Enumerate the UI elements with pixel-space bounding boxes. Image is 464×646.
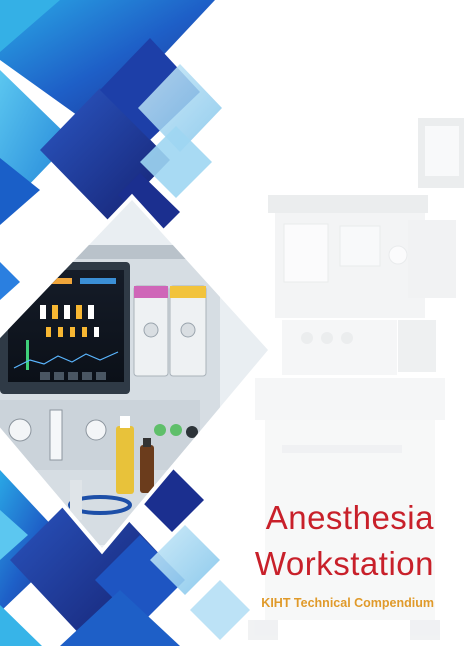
document-title-line1: Anesthesia [265,499,434,536]
document-cover: Anesthesia Workstation KIHT Technical Co… [0,0,464,646]
diamond-photo [0,193,274,555]
document-subtitle: KIHT Technical Compendium [261,596,434,610]
document-title-line2: Workstation [254,545,434,582]
